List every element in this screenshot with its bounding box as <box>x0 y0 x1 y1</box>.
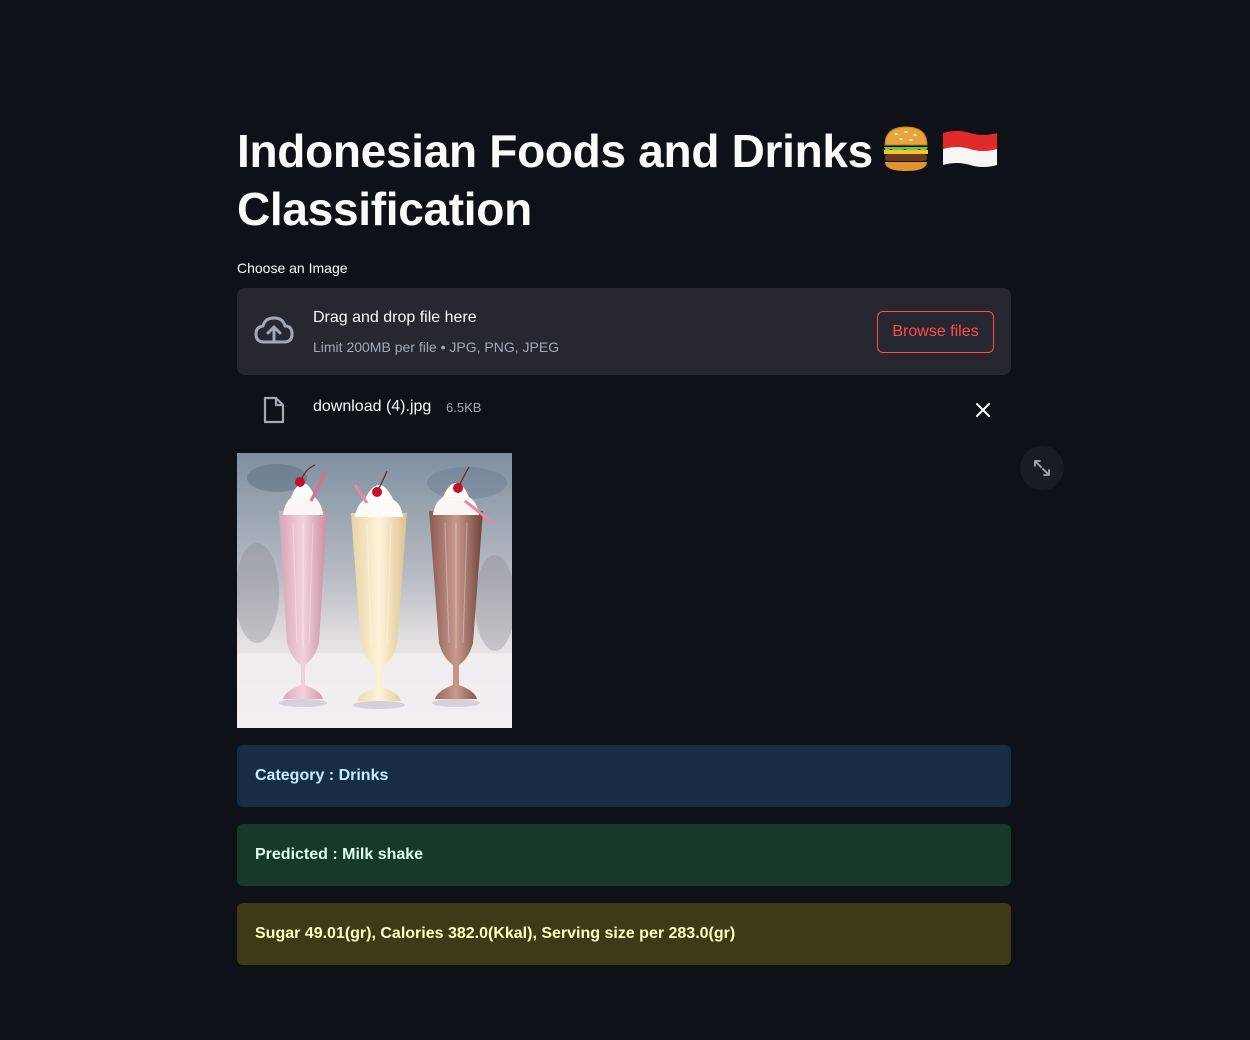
nutrition-alert: Sugar 49.01(gr), Calories 382.0(Kkal), S… <box>237 903 1011 965</box>
burger-emoji-icon <box>883 126 928 171</box>
remove-file-close-icon[interactable] <box>973 400 993 420</box>
milkshake-photo <box>235 453 515 728</box>
uploaded-file-name: download (4).jpg <box>313 398 432 415</box>
indonesia-flag-icon <box>942 131 997 167</box>
page-title-line2: Classification <box>237 183 532 235</box>
uploaded-file-size: 6.5KB <box>446 400 482 415</box>
uploader-label: Choose an Image <box>237 260 348 276</box>
browse-files-button[interactable]: Browse files <box>877 311 994 353</box>
page-title: Indonesian Foods and Drinks Classificati… <box>237 122 1011 238</box>
category-text: Category : Drinks <box>255 767 389 784</box>
expand-icon <box>1034 460 1050 476</box>
category-alert: Category : Drinks <box>237 745 1011 807</box>
cloud-upload-icon <box>254 316 294 344</box>
page-title-text: Indonesian Foods and Drinks <box>237 125 873 177</box>
uploaded-file-row: download (4).jpg 6.5KB <box>237 386 1011 432</box>
nutrition-text: Sugar 49.01(gr), Calories 382.0(Kkal), S… <box>255 925 736 942</box>
fullscreen-button[interactable] <box>1020 446 1064 490</box>
prediction-text: Predicted : Milk shake <box>255 846 424 863</box>
dropzone-limit-text: Limit 200MB per file • JPG, PNG, JPEG <box>313 339 560 355</box>
dropzone-instructions: Drag and drop file here <box>313 309 477 326</box>
uploaded-image <box>235 453 515 728</box>
file-dropzone[interactable]: Drag and drop file here Limit 200MB per … <box>237 288 1011 375</box>
file-icon <box>263 396 285 424</box>
prediction-alert: Predicted : Milk shake <box>237 824 1011 886</box>
